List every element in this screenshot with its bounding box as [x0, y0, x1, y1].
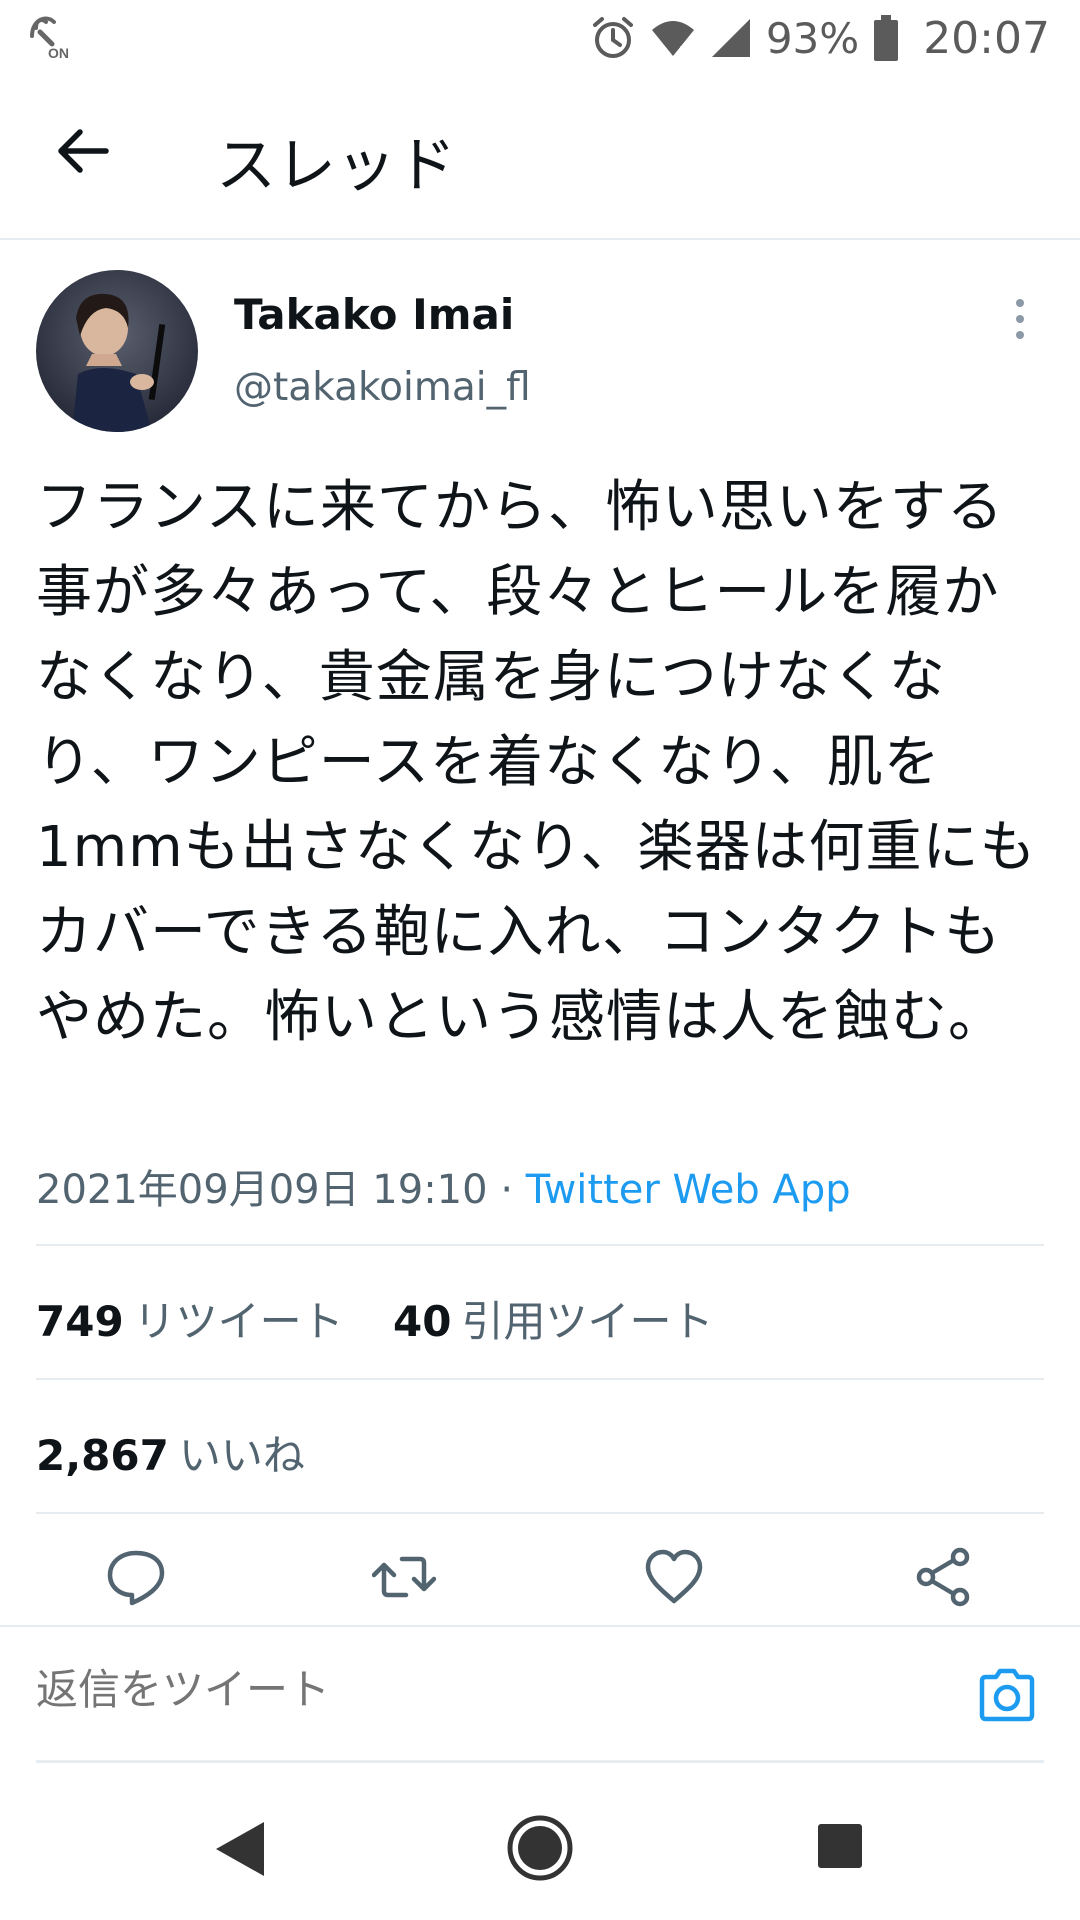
battery-icon [874, 15, 899, 61]
likes-label: いいね [178, 1431, 305, 1480]
retweet-stats: 749 リツイート 40 引用ツイート [36, 1288, 714, 1349]
nav-home-icon[interactable] [506, 1814, 574, 1882]
tweet-source-link[interactable]: Twitter Web App [526, 1167, 851, 1213]
divider [36, 1244, 1044, 1246]
arrow-left-icon[interactable] [52, 119, 116, 183]
share-icon[interactable] [912, 1545, 976, 1609]
retweets-count: 749 [36, 1297, 124, 1346]
status-bar: ON 93% 20:07 [0, 0, 1080, 75]
clock: 20:07 [923, 12, 1050, 64]
nav-back-icon[interactable] [212, 1818, 268, 1880]
nfc-icon: ON [30, 16, 69, 60]
retweets-label: リツイート [133, 1297, 344, 1346]
likes-link[interactable]: 2,867 いいね [36, 1422, 305, 1483]
signal-icon [711, 19, 750, 57]
system-nav-bar [0, 1790, 1080, 1920]
tweet-meta: 2021年09月09日 19:10 · Twitter Web App [36, 1157, 851, 1215]
tweet-text: フランスに来てから、怖い思いをする事が多々あって、段々とヒールを履かなくなり、貴… [36, 475, 1037, 1050]
top-app-bar: スレッド [0, 75, 1080, 240]
likes-count: 2,867 [36, 1431, 169, 1480]
reply-icon[interactable] [104, 1545, 168, 1609]
divider [36, 1512, 1044, 1514]
tweet-timestamp: 2021年09月09日 19:10 [36, 1167, 488, 1213]
reply-composer [0, 1625, 1080, 1762]
reply-underline [36, 1760, 1044, 1763]
like-icon[interactable] [642, 1545, 706, 1609]
divider [36, 1378, 1044, 1380]
author-name[interactable]: Takako Imai [234, 290, 514, 339]
nav-recents-icon[interactable] [816, 1822, 864, 1870]
quotes-link[interactable]: 40 引用ツイート [393, 1297, 713, 1346]
retweets-link[interactable]: 749 リツイート [36, 1297, 344, 1346]
retweet-icon[interactable] [372, 1545, 436, 1609]
alarm-icon [592, 17, 633, 58]
avatar[interactable] [36, 270, 198, 432]
wifi-icon [651, 21, 694, 56]
meta-separator: · [500, 1167, 514, 1213]
page-title: スレッド [216, 131, 456, 201]
tweet-actions [0, 1545, 1080, 1625]
author-handle[interactable]: @takakoimai_fl [234, 365, 531, 410]
camera-icon[interactable] [976, 1665, 1038, 1725]
more-options-icon[interactable] [1000, 295, 1040, 343]
battery-percentage: 93% [765, 13, 860, 63]
quotes-count: 40 [393, 1297, 452, 1346]
reply-input[interactable] [36, 1665, 936, 1714]
quotes-label: 引用ツイート [461, 1297, 714, 1346]
svg-text:ON: ON [48, 45, 69, 60]
